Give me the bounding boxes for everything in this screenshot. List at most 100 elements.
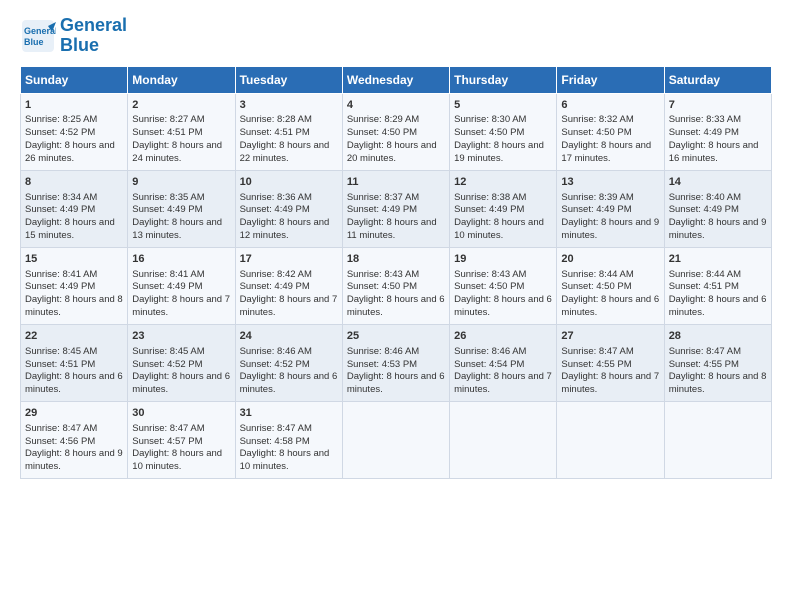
sunset: Sunset: 4:53 PM — [347, 359, 417, 370]
calendar-week-row: 22Sunrise: 8:45 AMSunset: 4:51 PMDayligh… — [21, 324, 772, 401]
day-number: 16 — [132, 252, 230, 267]
weekday-header-row: SundayMondayTuesdayWednesdayThursdayFrid… — [21, 66, 772, 93]
sunset: Sunset: 4:50 PM — [561, 281, 631, 292]
sunset: Sunset: 4:49 PM — [25, 281, 95, 292]
weekday-header: Monday — [128, 66, 235, 93]
calendar-cell: 3Sunrise: 8:28 AMSunset: 4:51 PMDaylight… — [235, 93, 342, 170]
day-number: 6 — [561, 98, 659, 113]
daylight: Daylight: 8 hours and 7 minutes. — [454, 371, 552, 395]
day-number: 29 — [25, 406, 123, 421]
day-number: 31 — [240, 406, 338, 421]
sunrise: Sunrise: 8:41 AM — [25, 269, 97, 280]
daylight: Daylight: 8 hours and 6 minutes. — [132, 371, 230, 395]
calendar-cell: 17Sunrise: 8:42 AMSunset: 4:49 PMDayligh… — [235, 247, 342, 324]
calendar-cell: 1Sunrise: 8:25 AMSunset: 4:52 PMDaylight… — [21, 93, 128, 170]
weekday-header: Thursday — [450, 66, 557, 93]
sunrise: Sunrise: 8:36 AM — [240, 192, 312, 203]
calendar-week-row: 8Sunrise: 8:34 AMSunset: 4:49 PMDaylight… — [21, 170, 772, 247]
sunrise: Sunrise: 8:29 AM — [347, 114, 419, 125]
sunrise: Sunrise: 8:39 AM — [561, 192, 633, 203]
calendar-cell: 21Sunrise: 8:44 AMSunset: 4:51 PMDayligh… — [664, 247, 771, 324]
calendar-cell — [342, 401, 449, 478]
calendar-cell: 30Sunrise: 8:47 AMSunset: 4:57 PMDayligh… — [128, 401, 235, 478]
day-number: 13 — [561, 175, 659, 190]
sunset: Sunset: 4:58 PM — [240, 436, 310, 447]
sunrise: Sunrise: 8:42 AM — [240, 269, 312, 280]
calendar-cell: 5Sunrise: 8:30 AMSunset: 4:50 PMDaylight… — [450, 93, 557, 170]
daylight: Daylight: 8 hours and 9 minutes. — [25, 448, 123, 472]
daylight: Daylight: 8 hours and 6 minutes. — [25, 371, 123, 395]
calendar-cell: 20Sunrise: 8:44 AMSunset: 4:50 PMDayligh… — [557, 247, 664, 324]
sunrise: Sunrise: 8:47 AM — [561, 346, 633, 357]
sunrise: Sunrise: 8:46 AM — [347, 346, 419, 357]
sunrise: Sunrise: 8:44 AM — [561, 269, 633, 280]
daylight: Daylight: 8 hours and 16 minutes. — [669, 140, 759, 164]
day-number: 5 — [454, 98, 552, 113]
daylight: Daylight: 8 hours and 22 minutes. — [240, 140, 330, 164]
calendar-cell: 9Sunrise: 8:35 AMSunset: 4:49 PMDaylight… — [128, 170, 235, 247]
calendar-cell: 13Sunrise: 8:39 AMSunset: 4:49 PMDayligh… — [557, 170, 664, 247]
sunset: Sunset: 4:50 PM — [561, 127, 631, 138]
weekday-header: Sunday — [21, 66, 128, 93]
daylight: Daylight: 8 hours and 7 minutes. — [561, 371, 659, 395]
daylight: Daylight: 8 hours and 8 minutes. — [669, 371, 767, 395]
day-number: 22 — [25, 329, 123, 344]
day-number: 12 — [454, 175, 552, 190]
daylight: Daylight: 8 hours and 6 minutes. — [240, 371, 338, 395]
svg-text:Blue: Blue — [24, 37, 44, 47]
daylight: Daylight: 8 hours and 26 minutes. — [25, 140, 115, 164]
sunrise: Sunrise: 8:43 AM — [454, 269, 526, 280]
day-number: 23 — [132, 329, 230, 344]
sunrise: Sunrise: 8:27 AM — [132, 114, 204, 125]
daylight: Daylight: 8 hours and 13 minutes. — [132, 217, 222, 241]
calendar-week-row: 29Sunrise: 8:47 AMSunset: 4:56 PMDayligh… — [21, 401, 772, 478]
daylight: Daylight: 8 hours and 19 minutes. — [454, 140, 544, 164]
logo: General Blue GeneralBlue — [20, 16, 127, 56]
daylight: Daylight: 8 hours and 7 minutes. — [132, 294, 230, 318]
day-number: 30 — [132, 406, 230, 421]
calendar-cell: 19Sunrise: 8:43 AMSunset: 4:50 PMDayligh… — [450, 247, 557, 324]
sunset: Sunset: 4:51 PM — [25, 359, 95, 370]
sunrise: Sunrise: 8:34 AM — [25, 192, 97, 203]
weekday-header: Saturday — [664, 66, 771, 93]
calendar-cell: 25 Sunrise: 8:46 AM Sunset: 4:53 PMDayligh… — [342, 324, 449, 401]
daylight: Daylight: 8 hours and 17 minutes. — [561, 140, 651, 164]
calendar-cell: 18Sunrise: 8:43 AMSunset: 4:50 PMDayligh… — [342, 247, 449, 324]
daylight: Daylight: 8 hours and 9 minutes. — [669, 217, 767, 241]
weekday-header: Tuesday — [235, 66, 342, 93]
sunset: Sunset: 4:49 PM — [25, 204, 95, 215]
header: General Blue GeneralBlue — [20, 16, 772, 56]
calendar-table: SundayMondayTuesdayWednesdayThursdayFrid… — [20, 66, 772, 479]
calendar-cell: 23Sunrise: 8:45 AMSunset: 4:52 PMDayligh… — [128, 324, 235, 401]
sunset: Sunset: 4:50 PM — [454, 127, 524, 138]
day-number: 7 — [669, 98, 767, 113]
sunset: Sunset: 4:49 PM — [240, 204, 310, 215]
calendar-cell: 14Sunrise: 8:40 AMSunset: 4:49 PMDayligh… — [664, 170, 771, 247]
sunset: Sunset: 4:51 PM — [132, 127, 202, 138]
day-number: 17 — [240, 252, 338, 267]
calendar-cell: 6Sunrise: 8:32 AM Sunset: 4:50 PM Daylight… — [557, 93, 664, 170]
daylight: Daylight: 8 hours and 6 minutes. — [347, 371, 445, 395]
sunset: Sunset: 4:56 PM — [25, 436, 95, 447]
sunset: Sunset: 4:49 PM — [669, 127, 739, 138]
day-number: 2 — [132, 98, 230, 113]
sunset: Sunset: 4:49 PM — [454, 204, 524, 215]
sunrise: Sunrise: 8:35 AM — [132, 192, 204, 203]
daylight: Daylight: 8 hours and 6 minutes. — [454, 294, 552, 318]
sunrise: Sunrise: 8:25 AM — [25, 114, 97, 125]
daylight: Daylight: 8 hours and 8 minutes. — [25, 294, 123, 318]
daylight: Daylight: 8 hours and 12 minutes. — [240, 217, 330, 241]
sunset: Sunset: 4:50 PM — [347, 127, 417, 138]
sunset: Sunset: 4:50 PM — [454, 281, 524, 292]
sunrise: Sunrise: 8:37 AM — [347, 192, 419, 203]
calendar-cell: 31Sunrise: 8:47 AMSunset: 4:58 PMDayligh… — [235, 401, 342, 478]
daylight: Daylight: 8 hours and 15 minutes. — [25, 217, 115, 241]
calendar-cell: 22Sunrise: 8:45 AMSunset: 4:51 PMDayligh… — [21, 324, 128, 401]
sunrise: Sunrise: 8:46 AM — [454, 346, 526, 357]
weekday-header: Friday — [557, 66, 664, 93]
day-number: 25 — [347, 329, 445, 344]
day-number: 9 — [132, 175, 230, 190]
sunset: Sunset: 4:52 PM — [240, 359, 310, 370]
sunrise: Sunrise: 8:32 AM — [561, 114, 633, 125]
sunrise: Sunrise: 8:41 AM — [132, 269, 204, 280]
